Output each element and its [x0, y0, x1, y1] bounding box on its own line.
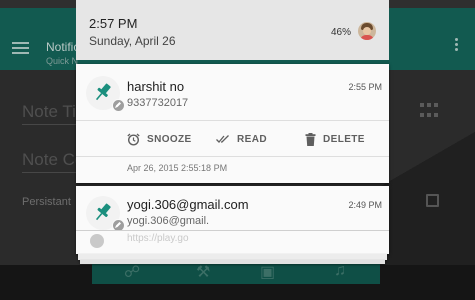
notification-card[interactable]: yogi.306@gmail.com yogi.306@gmail. 2:49 …	[76, 186, 389, 254]
notification-peek-text: https://play.go	[127, 233, 189, 244]
delete-button[interactable]: DELETE	[305, 132, 365, 146]
clock-time: 2:57 PM	[89, 16, 138, 31]
persistent-checkbox[interactable]	[426, 194, 439, 207]
note-title-underline	[22, 124, 82, 125]
background-bottom-icons: ☍ ⚒ ▣ ♫	[110, 262, 370, 284]
app-badge-icon	[112, 99, 125, 112]
wrench-icon[interactable]: ⚒	[196, 262, 210, 282]
notification-icon	[86, 76, 125, 112]
trash-icon	[305, 132, 316, 146]
alarm-clock-icon	[127, 133, 140, 146]
link-icon[interactable]: ☍	[124, 262, 140, 282]
pushpin-icon	[95, 83, 111, 101]
background-app-title: Notific	[46, 40, 80, 54]
notification-time: 2:49 PM	[348, 200, 382, 210]
film-icon[interactable]: ▣	[260, 262, 275, 282]
persistent-label: Persistant	[22, 196, 71, 208]
background-app-subtitle: Quick N	[46, 56, 79, 66]
snooze-label: SNOOZE	[147, 133, 192, 145]
notification-time: 2:55 PM	[348, 82, 382, 92]
link-icon	[90, 234, 104, 248]
user-avatar[interactable]	[358, 22, 376, 40]
note-title-field[interactable]: Note Ti	[22, 102, 76, 122]
clock-date[interactable]: Sunday, April 26	[89, 34, 176, 48]
divider	[76, 156, 389, 157]
snooze-button[interactable]: SNOOZE	[127, 132, 192, 146]
overflow-menu-icon[interactable]	[455, 38, 459, 54]
notification-text: yogi.306@gmail.	[127, 215, 210, 227]
stacked-notification[interactable]	[80, 260, 385, 264]
notification-title: harshit no	[127, 79, 185, 94]
notification-timestamp: Apr 26, 2015 2:55:18 PM	[127, 163, 228, 173]
read-label: READ	[237, 133, 267, 145]
notification-shade-header: 2:57 PM Sunday, April 26 46%	[76, 0, 389, 60]
notification-title: yogi.306@gmail.com	[127, 197, 249, 212]
divider	[76, 120, 389, 121]
delete-label: DELETE	[323, 133, 365, 145]
read-button[interactable]: READ	[216, 132, 267, 146]
double-check-icon	[216, 135, 229, 143]
divider	[76, 230, 389, 231]
grid-icon[interactable]	[420, 103, 438, 119]
notification-icon	[86, 196, 125, 232]
battery-level: 46%	[331, 27, 352, 38]
menu-icon[interactable]	[12, 42, 29, 54]
note-content-underline	[22, 172, 82, 173]
music-icon[interactable]: ♫	[334, 262, 346, 280]
notification-card[interactable]: harshit no 9337732017 2:55 PM SNOOZE REA…	[76, 64, 389, 183]
notification-text: 9337732017	[127, 97, 189, 109]
pushpin-icon	[95, 203, 111, 221]
